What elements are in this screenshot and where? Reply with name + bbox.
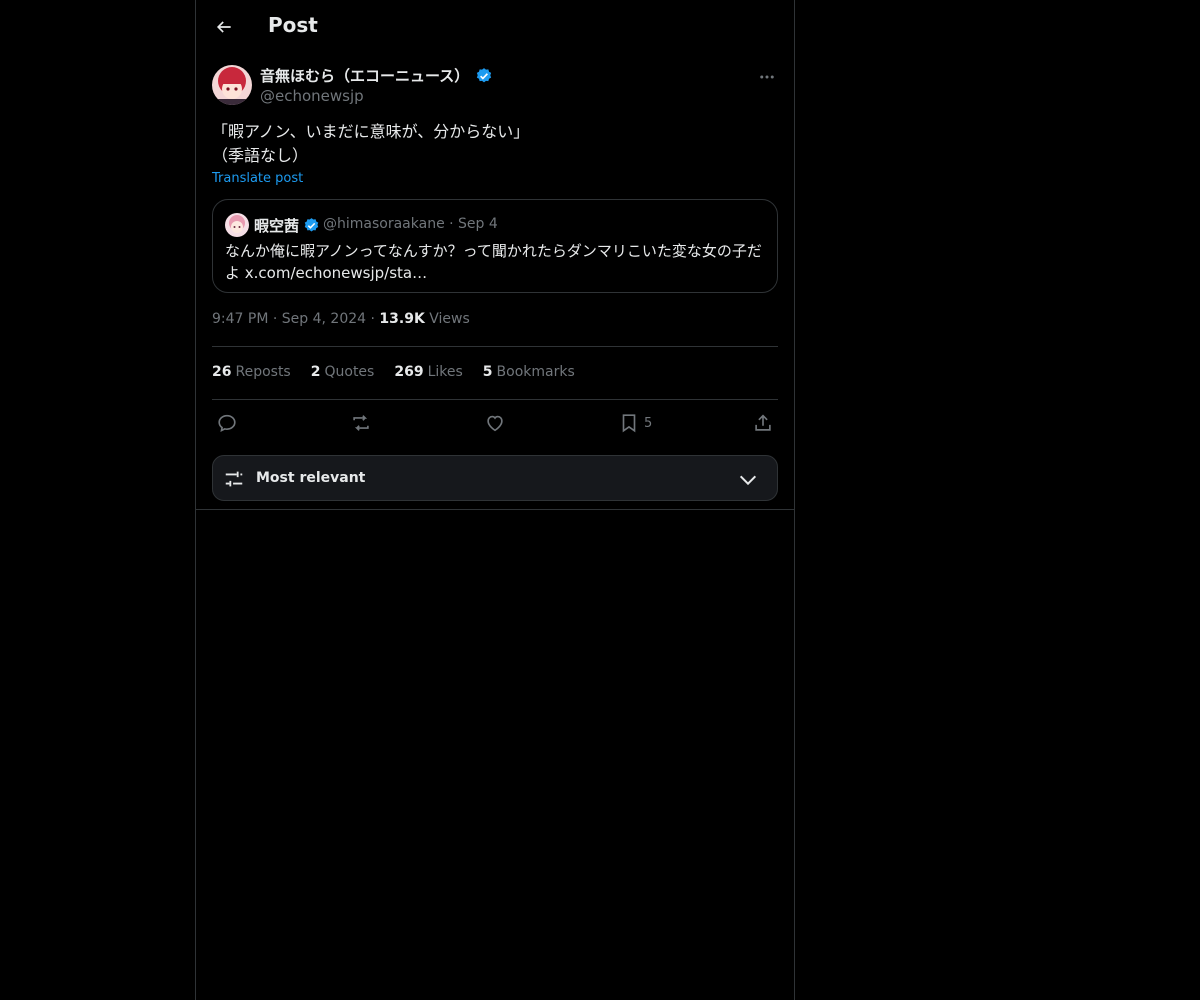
like-icon: [487, 415, 503, 432]
translate-post-link[interactable]: Translate post: [212, 171, 303, 186]
divider: [212, 346, 778, 347]
more-horizontal-icon: [760, 75, 774, 79]
share-button[interactable]: [752, 410, 774, 436]
more-options-button[interactable]: [756, 66, 778, 88]
quoted-author-name: 暇空茜: [254, 215, 320, 236]
section-divider: [196, 509, 794, 510]
page-title: Post: [268, 13, 318, 37]
action-bar: 5: [212, 410, 778, 436]
bookmarks-label: Bookmarks: [496, 364, 575, 380]
post-detail-column: Post 音無ほむら（エコーニュース） @echonewsjp 「暇アノン、いま…: [195, 0, 795, 1000]
verified-badge-icon: [477, 67, 492, 82]
quotes-count: 2: [310, 364, 321, 380]
quotes-stat[interactable]: 2 Quotes: [311, 364, 375, 380]
bookmark-count: 5: [644, 415, 653, 431]
author-name-text: 音無ほむら（エコーニュース）: [260, 67, 470, 85]
sliders-icon: [225, 471, 243, 487]
arrow-left-icon: [216, 21, 231, 33]
repost-button[interactable]: [350, 410, 372, 436]
post-text: 「暇アノン、いまだに意味が、分からない」 （季語なし）: [212, 122, 530, 165]
bookmarks-stat[interactable]: 5 Bookmarks: [483, 364, 575, 380]
quoted-author-handle: @himasoraakane: [323, 216, 445, 232]
quoted-author-meta: @himasoraakane · Sep 4: [323, 216, 498, 232]
page-header: Post: [196, 0, 794, 54]
quoted-post-date: Sep 4: [458, 216, 498, 232]
sort-label: Most relevant: [256, 470, 366, 486]
quoted-post-text: なんか俺に暇アノンってなんすか？って聞かれたらダンマリこいた変な女の子だよ x.…: [225, 242, 762, 282]
reposts-stat[interactable]: 26 Reposts: [212, 364, 291, 380]
chevron-down-icon: [739, 475, 757, 486]
views-label: Views: [429, 311, 470, 327]
avatar[interactable]: [212, 65, 252, 105]
reply-icon: [218, 414, 236, 432]
likes-label: Likes: [427, 364, 463, 380]
quotes-label: Quotes: [324, 364, 375, 380]
like-button[interactable]: [484, 410, 506, 436]
post-metadata: 9:47 PM · Sep 4, 2024 · 13.9K Views: [212, 311, 470, 327]
reply-button[interactable]: [216, 410, 238, 436]
repost-icon: [353, 415, 369, 431]
verified-badge-icon: [304, 218, 319, 232]
post-date[interactable]: Sep 4, 2024: [282, 311, 366, 327]
share-icon: [755, 414, 771, 431]
bookmarks-count: 5: [482, 364, 493, 380]
quoted-avatar: [225, 213, 249, 237]
quoted-author-name-text: 暇空茜: [254, 217, 300, 235]
author-handle[interactable]: @echonewsjp: [260, 87, 364, 105]
dot-separator: ·: [272, 311, 282, 327]
likes-count: 269: [394, 364, 424, 380]
reposts-count: 26: [212, 364, 232, 380]
engagement-stats: 26 Reposts 2 Quotes 269 Likes 5 Bookmarks: [212, 364, 575, 380]
dot-separator: ·: [449, 216, 459, 232]
bookmark-button[interactable]: 5: [618, 410, 652, 436]
quoted-post[interactable]: 暇空茜 @himasoraakane · Sep 4 なんか俺に暇アノンってなん…: [212, 199, 778, 293]
author-name[interactable]: 音無ほむら（エコーニュース）: [260, 65, 493, 86]
back-button[interactable]: [212, 14, 236, 40]
reposts-label: Reposts: [235, 364, 291, 380]
bookmark-icon: [622, 414, 636, 433]
views-count: 13.9K: [379, 311, 425, 327]
post-time[interactable]: 9:47 PM: [212, 311, 268, 327]
divider: [212, 399, 778, 400]
likes-stat[interactable]: 269 Likes: [394, 364, 462, 380]
sort-replies-dropdown[interactable]: Most relevant: [212, 455, 778, 501]
